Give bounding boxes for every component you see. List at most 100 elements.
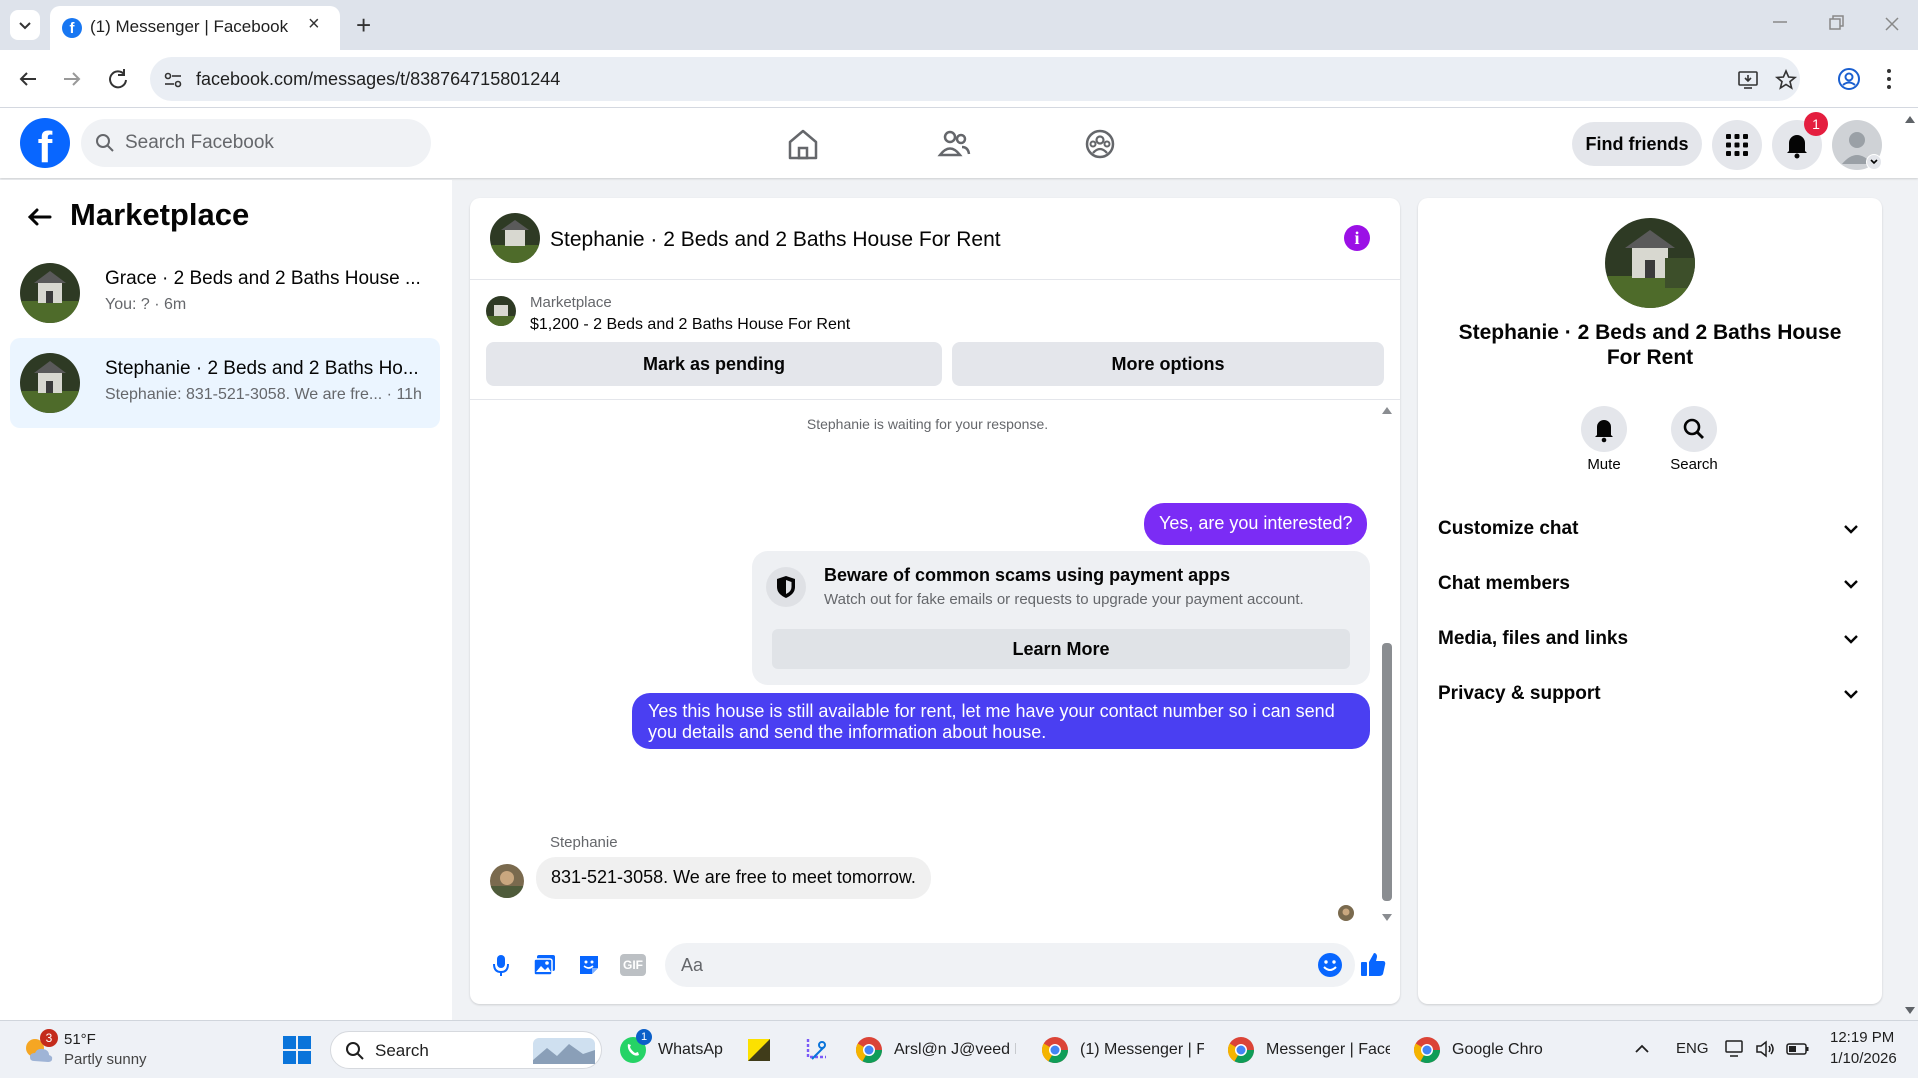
more-options-button[interactable]: More options: [952, 342, 1384, 386]
weather-widget[interactable]: 3 51°F Partly sunny: [22, 1029, 172, 1073]
tab-title: (1) Messenger | Facebook: [90, 17, 289, 36]
section-label: Media, files and links: [1438, 628, 1629, 649]
search-placeholder: Search Facebook: [125, 132, 274, 153]
browser-tab-strip: f (1) Messenger | Facebook × +: [0, 0, 1918, 50]
media-files-links-section[interactable]: Media, files and links: [1438, 618, 1868, 658]
tab-search-button[interactable]: [10, 10, 40, 40]
facebook-search-input[interactable]: Search Facebook: [81, 119, 431, 167]
attach-image-icon[interactable]: [532, 952, 558, 978]
address-bar[interactable]: facebook.com/messages/t/838764715801244: [150, 57, 1800, 101]
tab-close-icon[interactable]: ×: [308, 13, 320, 36]
language-indicator[interactable]: ENG: [1676, 1040, 1709, 1057]
chat-avatar[interactable]: [490, 213, 540, 263]
taskbar-app-whatsapp[interactable]: 1 WhatsAp: [616, 1027, 726, 1073]
listing-title[interactable]: $1,200 - 2 Beds and 2 Baths House For Re…: [530, 316, 850, 334]
battery-icon[interactable]: [1786, 1040, 1810, 1058]
conversation-avatar: [20, 263, 80, 323]
emoji-icon[interactable]: [1317, 952, 1343, 978]
customize-chat-section[interactable]: Customize chat: [1438, 508, 1868, 548]
facebook-logo[interactable]: f: [20, 118, 70, 168]
reload-icon[interactable]: [104, 65, 132, 93]
taskbar-app-chrome-messenger-1[interactable]: (1) Messenger | Fa: [1038, 1027, 1208, 1073]
conversation-preview: You: ? · 6m: [105, 296, 187, 313]
sender-avatar[interactable]: [490, 864, 524, 898]
learn-more-button[interactable]: Learn More: [772, 629, 1350, 669]
section-label: Chat members: [1438, 573, 1570, 594]
network-icon[interactable]: [1724, 1038, 1746, 1060]
volume-icon[interactable]: [1754, 1038, 1776, 1060]
conversation-name: Grace · 2 Beds and 2 Baths House ...: [105, 268, 421, 289]
forward-icon[interactable]: [58, 65, 86, 93]
message-input-placeholder: Aa: [681, 955, 704, 975]
taskbar-app-google-chrome[interactable]: Google Chro: [1410, 1027, 1560, 1073]
mute-button[interactable]: [1581, 406, 1627, 452]
snipping-tool-icon[interactable]: [802, 1035, 832, 1065]
install-app-icon[interactable]: [1736, 68, 1760, 92]
weather-description: Partly sunny: [64, 1051, 147, 1068]
bookmark-star-icon[interactable]: [1774, 68, 1798, 92]
chat-members-section[interactable]: Chat members: [1438, 563, 1868, 603]
search-in-chat-button[interactable]: [1671, 406, 1717, 452]
message-input[interactable]: Aa: [665, 943, 1355, 987]
find-friends-button[interactable]: Find friends: [1572, 122, 1702, 166]
conversation-item-grace[interactable]: Grace · 2 Beds and 2 Baths House ... You…: [10, 248, 440, 338]
whatsapp-badge: 1: [636, 1029, 652, 1045]
taskbar-search-box[interactable]: Search: [330, 1031, 602, 1069]
voice-clip-icon[interactable]: [488, 952, 514, 978]
taskbar-app-label: Messenger | Faceb: [1266, 1041, 1390, 1058]
marketplace-label: Marketplace: [530, 294, 612, 311]
profile-icon[interactable]: [1836, 66, 1862, 92]
home-icon[interactable]: [781, 122, 825, 166]
gif-button[interactable]: GIF: [620, 954, 646, 976]
conversation-item-stephanie[interactable]: Stephanie · 2 Beds and 2 Baths Ho... Ste…: [10, 338, 440, 428]
listing-thumbnail[interactable]: [486, 296, 516, 326]
sender-name: Stephanie: [550, 834, 618, 851]
taskbar-app-chrome-profile-1[interactable]: Arsl@n J@veed FE: [852, 1027, 1022, 1073]
notification-count-badge: 1: [1804, 112, 1828, 136]
account-avatar[interactable]: [1832, 120, 1882, 170]
incoming-message[interactable]: 831-521-3058. We are free to meet tomorr…: [536, 857, 931, 899]
profile-picture[interactable]: [1605, 218, 1695, 308]
groups-icon[interactable]: [1078, 122, 1122, 166]
search-icon: [1683, 418, 1704, 439]
sticker-icon[interactable]: [576, 952, 602, 978]
sticky-notes-icon[interactable]: [746, 1037, 772, 1063]
page-scroll-down-icon[interactable]: [1904, 1006, 1916, 1016]
privacy-support-section[interactable]: Privacy & support: [1438, 673, 1868, 713]
window-close-button[interactable]: [1880, 12, 1904, 36]
scam-warning-card: Beware of common scams using payment app…: [752, 551, 1370, 685]
site-info-icon[interactable]: [162, 69, 184, 91]
search-icon: [346, 1042, 364, 1060]
window-minimize-button[interactable]: [1768, 10, 1792, 34]
outgoing-message[interactable]: Yes, are you interested?: [1144, 503, 1368, 545]
page-scroll-up-icon[interactable]: [1904, 114, 1916, 124]
clock-date[interactable]: 1/10/2026: [1830, 1050, 1897, 1067]
scroll-up-arrow-icon[interactable]: [1381, 405, 1393, 415]
message-scrollbar-thumb[interactable]: [1382, 643, 1392, 901]
scam-warning-text: Watch out for fake emails or requests to…: [824, 591, 1304, 608]
mark-as-pending-button[interactable]: Mark as pending: [486, 342, 942, 386]
chat-title[interactable]: Stephanie · 2 Beds and 2 Baths House For…: [550, 228, 1001, 252]
back-arrow-icon[interactable]: [24, 202, 54, 232]
scroll-down-arrow-icon[interactable]: [1381, 913, 1393, 923]
taskbar-app-chrome-messenger-2[interactable]: Messenger | Faceb: [1224, 1027, 1394, 1073]
menu-grid-button[interactable]: [1712, 120, 1762, 170]
chevron-down-icon: [1844, 635, 1858, 644]
back-icon[interactable]: [14, 65, 42, 93]
outgoing-message[interactable]: Yes this house is still available for re…: [632, 693, 1370, 749]
new-tab-button[interactable]: +: [356, 10, 371, 41]
marketplace-conversations-panel: Marketplace Grace · 2 Beds and 2 Baths H…: [0, 180, 452, 1020]
start-windows-icon[interactable]: [282, 1035, 312, 1065]
browser-tab-active[interactable]: f (1) Messenger | Facebook ×: [50, 6, 340, 50]
window-restore-button[interactable]: [1824, 12, 1848, 36]
clock-time[interactable]: 12:19 PM: [1830, 1029, 1894, 1046]
section-label: Privacy & support: [1438, 683, 1601, 704]
like-thumb-icon[interactable]: [1358, 950, 1388, 980]
show-hidden-icons-chevron-icon[interactable]: [1632, 1039, 1652, 1059]
windows-taskbar: 3 51°F Partly sunny Search 1 WhatsAp Ars…: [0, 1020, 1918, 1078]
info-icon[interactable]: i: [1344, 225, 1370, 251]
browser-menu-icon[interactable]: [1884, 66, 1894, 92]
weather-badge: 3: [40, 1029, 58, 1047]
url-text: facebook.com/messages/t/838764715801244: [196, 69, 561, 89]
friends-icon[interactable]: [932, 122, 976, 166]
